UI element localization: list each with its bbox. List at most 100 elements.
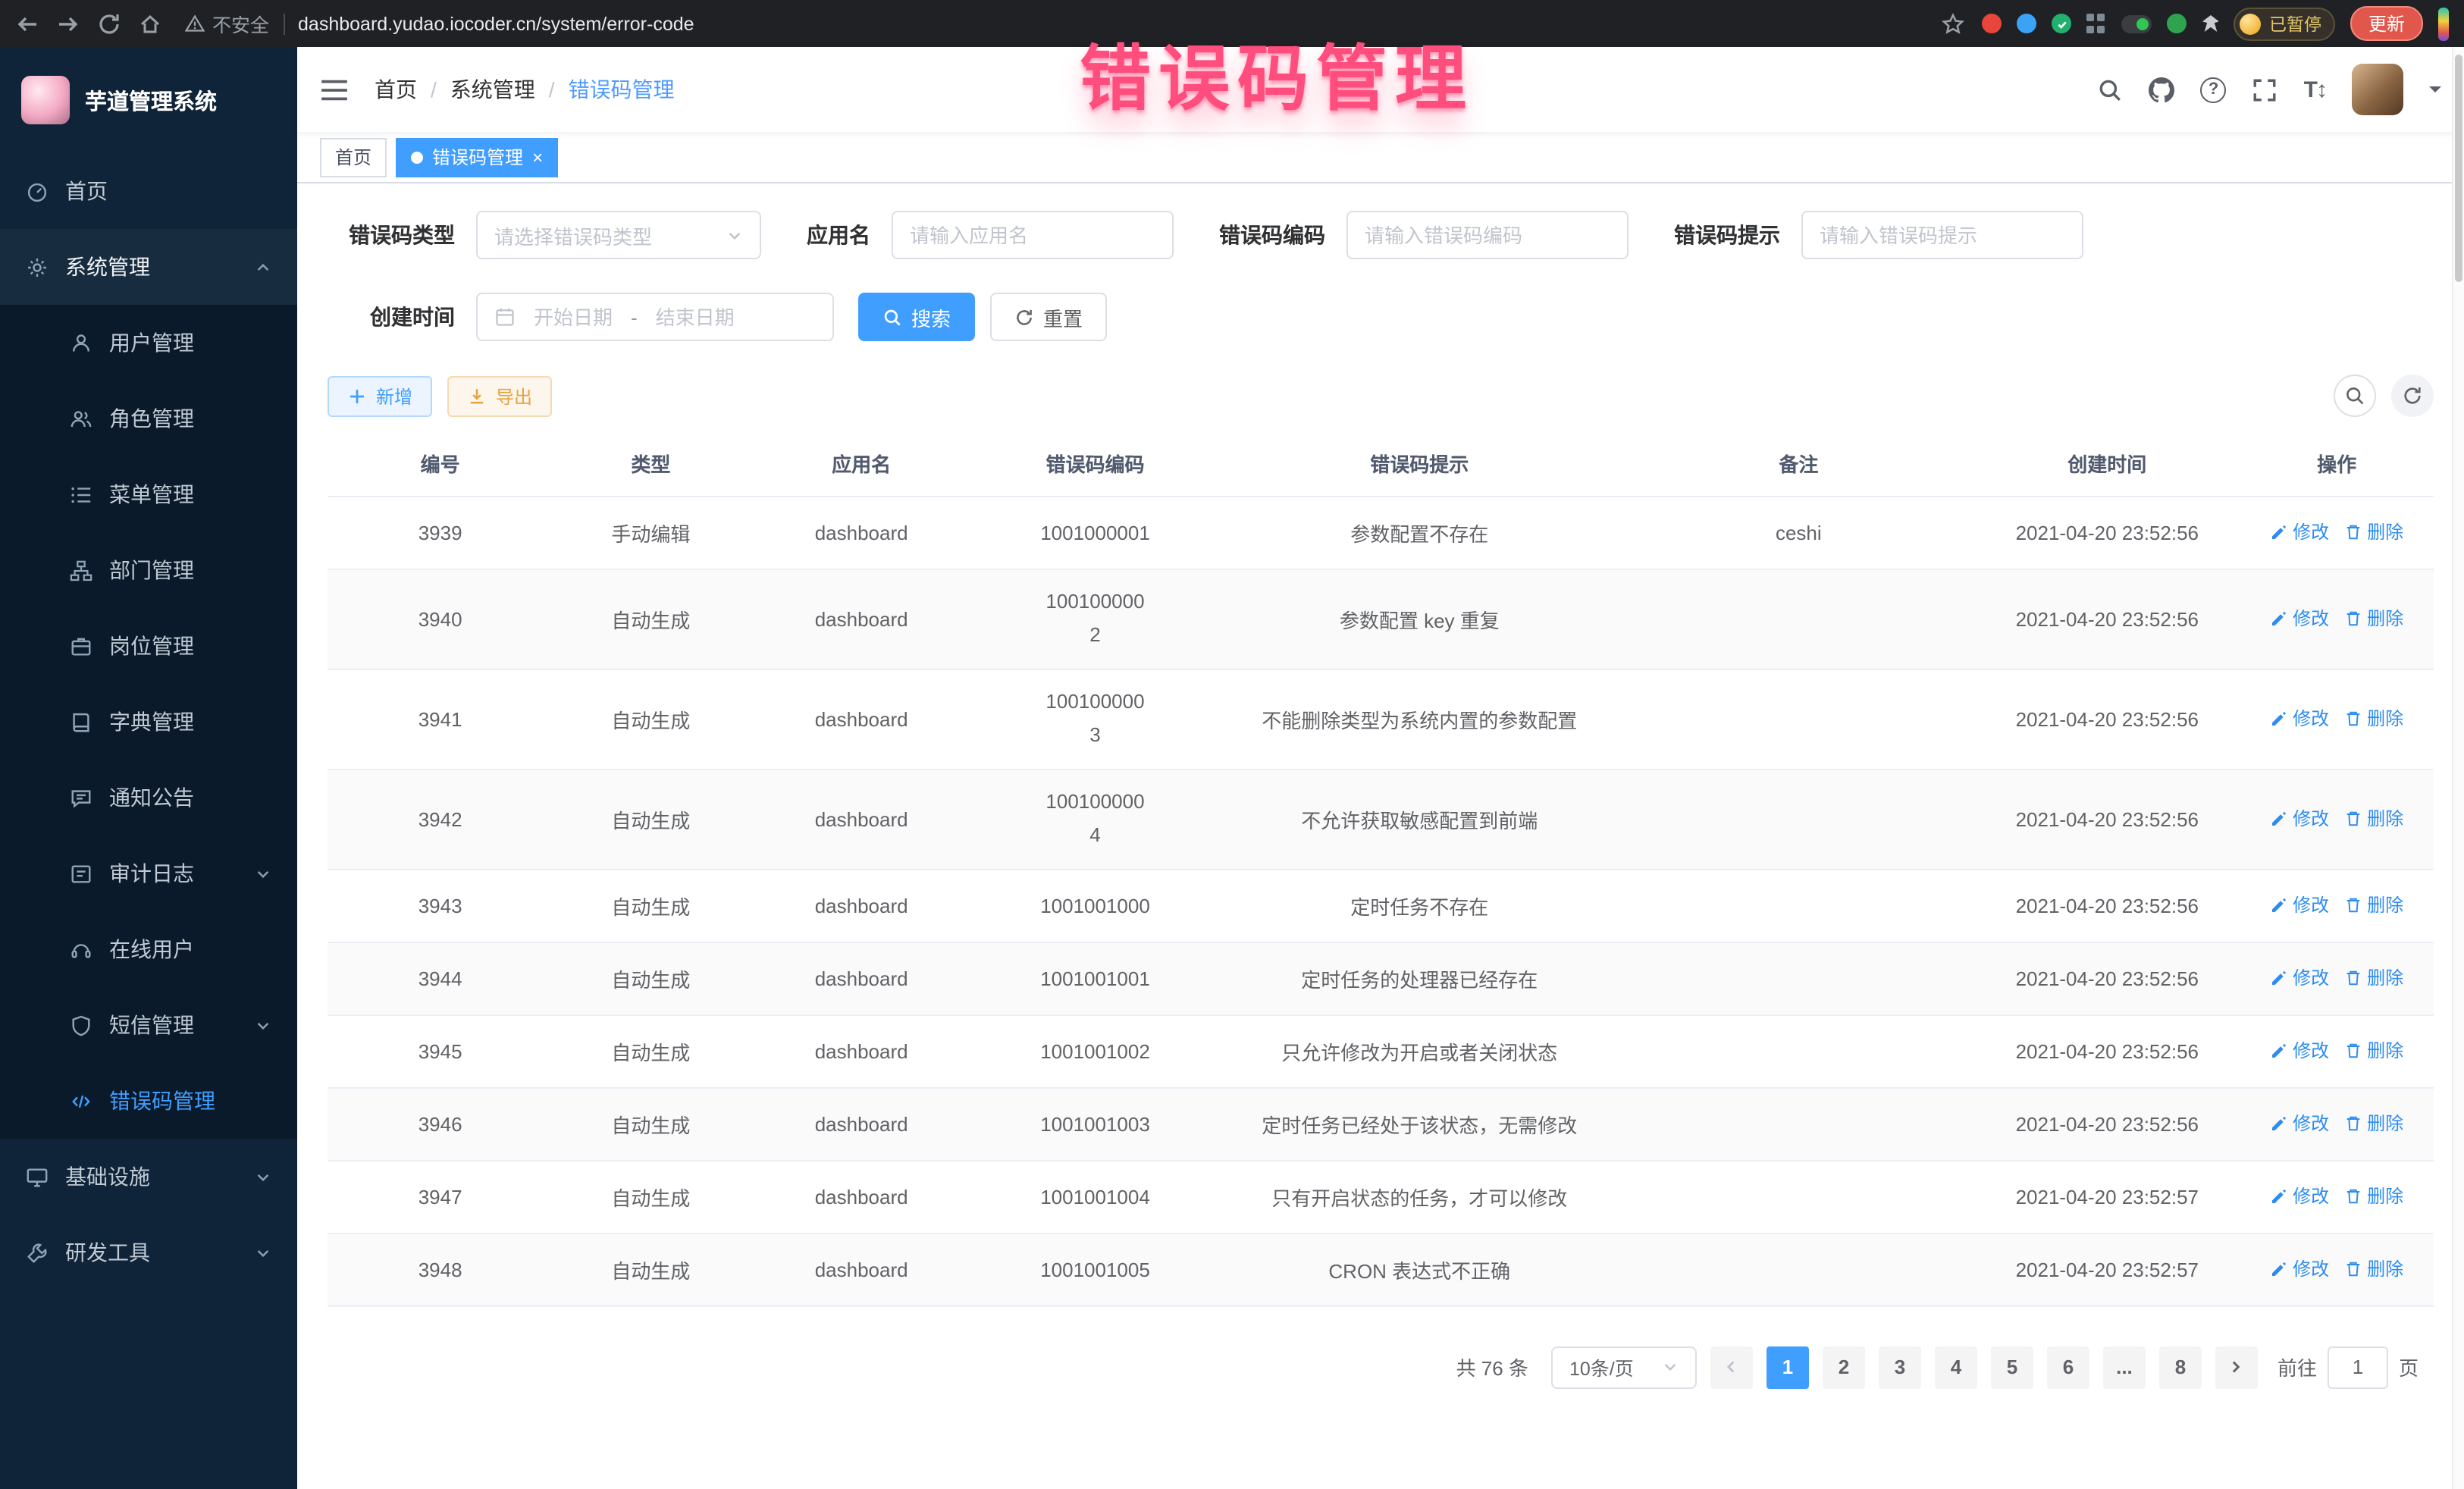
forward-icon[interactable] [56,11,80,36]
sidebar-item-system[interactable]: 系统管理 [0,229,297,305]
page-size-select[interactable]: 10条/页 [1551,1346,1697,1388]
sidebar-item-audit-log[interactable]: 审计日志 [0,835,297,911]
delete-action[interactable]: 删除 [2344,806,2403,832]
page-scrollbar[interactable] [2452,47,2464,1489]
sidebar-item-online-users[interactable]: 在线用户 [0,911,297,987]
sidebar-item-infra[interactable]: 基础设施 [0,1139,297,1215]
cell-app: dashboard [749,1014,974,1087]
reload-icon[interactable] [97,11,121,36]
sidebar-item-notice[interactable]: 通知公告 [0,760,297,835]
add-button[interactable]: 新增 [328,375,432,416]
trash-icon [2344,1260,2362,1278]
page-button-8[interactable]: 8 [2159,1346,2202,1388]
monitor-icon [26,1165,49,1188]
reset-button[interactable]: 重置 [990,293,1107,341]
edit-action[interactable]: 修改 [2270,965,2329,991]
edit-action[interactable]: 修改 [2270,1038,2329,1064]
fullscreen-icon[interactable] [2252,77,2278,102]
trash-icon [2344,810,2362,828]
extension-icon-green-check[interactable] [2052,14,2072,33]
page-button-2[interactable]: 2 [1823,1346,1865,1388]
sidebar-item-posts[interactable]: 岗位管理 [0,608,297,684]
sidebar-item-devtools[interactable]: 研发工具 [0,1215,297,1290]
toggle-search-button[interactable] [2334,375,2376,417]
delete-action[interactable]: 删除 [2344,1038,2403,1064]
edit-action[interactable]: 修改 [2270,1256,2329,1282]
edit-action[interactable]: 修改 [2270,606,2329,632]
delete-action[interactable]: 删除 [2344,965,2403,991]
goto-page-input[interactable] [2328,1346,2388,1388]
sidebar-item-home[interactable]: 首页 [0,153,297,229]
bookmark-star-icon[interactable] [1942,11,1966,36]
app-logo[interactable]: 芋道管理系统 [0,47,297,153]
delete-action[interactable]: 删除 [2344,519,2403,545]
next-page-button[interactable] [2215,1346,2258,1388]
sidebar-item-roles[interactable]: 角色管理 [0,381,297,456]
scrollbar-thumb[interactable] [2455,55,2462,282]
extension-icon-blue[interactable] [2017,14,2037,33]
page-button-5[interactable]: 5 [1991,1346,2033,1388]
help-icon[interactable]: ? [2201,77,2227,102]
github-icon[interactable] [2149,77,2175,102]
close-icon[interactable]: × [532,148,543,166]
page-button-6[interactable]: 6 [2047,1346,2089,1388]
page-button-3[interactable]: 3 [1879,1346,1921,1388]
tab-error-code[interactable]: 错误码管理 × [396,137,558,177]
error-code-input[interactable] [1365,224,1610,246]
breadcrumb-home[interactable]: 首页 [375,74,417,105]
extension-icon-leaf[interactable] [2168,14,2187,33]
delete-action[interactable]: 删除 [2344,706,2403,732]
security-indicator[interactable]: 不安全 [185,9,269,38]
error-type-select[interactable]: 请选择错误码类型 [476,211,761,259]
chevron-down-icon[interactable] [2429,86,2441,99]
edit-action[interactable]: 修改 [2270,1111,2329,1136]
extension-icon-red[interactable] [1983,14,2002,33]
breadcrumb-system[interactable]: 系统管理 [450,74,535,105]
error-hint-input[interactable] [1820,224,2065,246]
search-button[interactable]: 搜索 [858,293,975,341]
extension-icon-switch[interactable] [2122,14,2152,33]
table-row: 3942 自动生成 dashboard 1001000004 不允许获取敏感配置… [328,769,2434,869]
sidebar-item-users[interactable]: 用户管理 [0,305,297,381]
delete-action[interactable]: 删除 [2344,1183,2403,1209]
page-button-1[interactable]: 1 [1766,1346,1809,1388]
edit-action[interactable]: 修改 [2270,519,2329,545]
avatar[interactable] [2352,64,2403,115]
sidebar-item-menus[interactable]: 菜单管理 [0,456,297,532]
sidebar-item-sms[interactable]: 短信管理 [0,987,297,1063]
address-bar[interactable]: 不安全 dashboard.yudao.iocoder.cn/system/er… [185,9,1925,38]
edit-action[interactable]: 修改 [2270,892,2329,918]
edit-action[interactable]: 修改 [2270,1183,2329,1209]
edit-action[interactable]: 修改 [2270,806,2329,832]
extensions-pin-icon[interactable] [2202,15,2219,32]
export-button[interactable]: 导出 [447,375,552,416]
date-range-picker[interactable]: - [476,293,834,341]
hamburger-icon[interactable] [320,75,349,104]
start-date-input[interactable] [526,306,620,328]
sidebar-item-label: 角色管理 [109,403,194,434]
edit-action[interactable]: 修改 [2270,706,2329,732]
extension-icon-grid[interactable] [2087,14,2107,33]
sidebar-item-dict[interactable]: 字典管理 [0,684,297,760]
search-icon[interactable] [2098,77,2124,102]
end-date-input[interactable] [648,306,742,328]
sidebar-item-departments[interactable]: 部门管理 [0,532,297,608]
more-pages-button[interactable]: ... [2103,1346,2146,1388]
delete-action[interactable]: 删除 [2344,1256,2403,1282]
paused-badge[interactable]: 已暂停 [2234,7,2335,40]
url-text[interactable]: dashboard.yudao.iocoder.cn/system/error-… [298,13,694,34]
tab-home[interactable]: 首页 [320,137,387,177]
home-icon[interactable] [138,11,162,36]
page-button-4[interactable]: 4 [1935,1346,1977,1388]
back-icon[interactable] [15,11,39,36]
app-name-input[interactable] [910,224,1155,246]
delete-action[interactable]: 删除 [2344,606,2403,632]
prev-page-button[interactable] [1710,1346,1753,1388]
sidebar-item-error-code[interactable]: 错误码管理 [0,1063,297,1139]
font-size-icon[interactable]: T↕ [2304,77,2326,102]
refresh-table-button[interactable] [2391,375,2434,417]
delete-action[interactable]: 删除 [2344,1111,2403,1136]
trash-icon [2344,969,2362,987]
browser-update-button[interactable]: 更新 [2350,6,2423,41]
delete-action[interactable]: 删除 [2344,892,2403,918]
